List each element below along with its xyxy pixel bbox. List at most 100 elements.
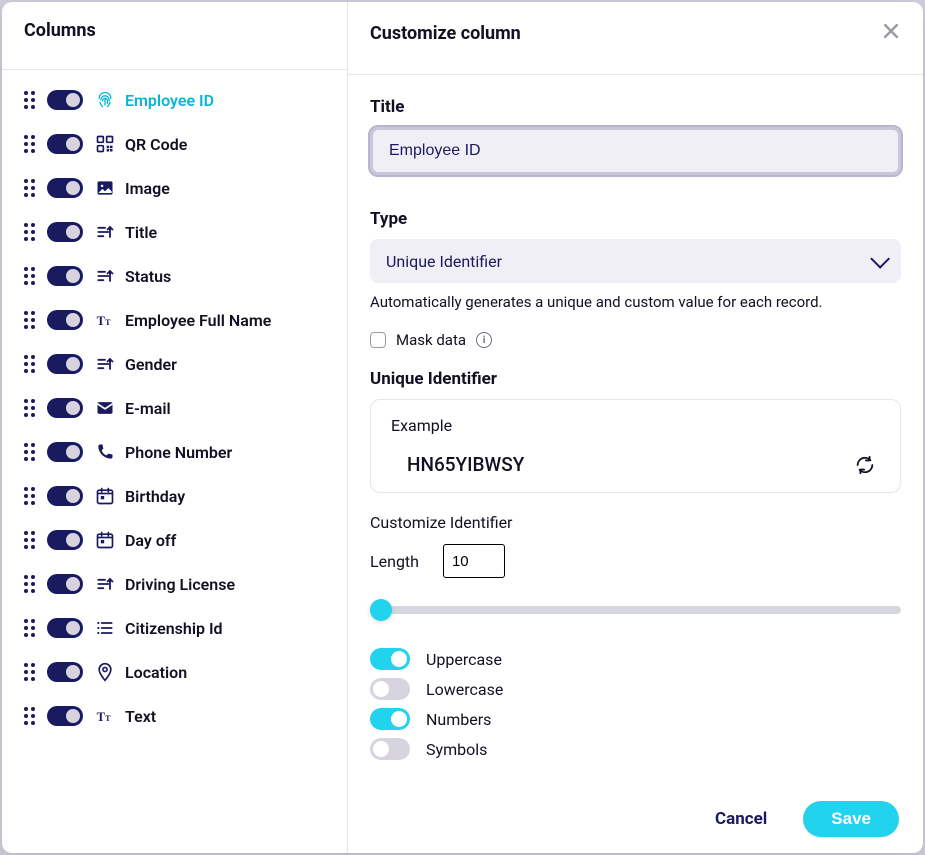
column-item[interactable]: Citizenship Id (2, 606, 347, 650)
text-icon: TT (95, 310, 115, 330)
drag-handle-icon[interactable] (24, 179, 35, 197)
column-item[interactable]: TTText (2, 694, 347, 738)
option-toggle[interactable] (370, 738, 410, 760)
column-item[interactable]: Gender (2, 342, 347, 386)
column-item[interactable]: E-mail (2, 386, 347, 430)
type-select[interactable]: Unique Identifier (370, 239, 901, 283)
drag-handle-icon[interactable] (24, 135, 35, 153)
mask-data-checkbox[interactable] (370, 332, 386, 348)
column-label: Location (125, 663, 187, 682)
column-item[interactable]: Employee ID (2, 78, 347, 122)
column-toggle[interactable] (47, 134, 83, 154)
drag-handle-icon[interactable] (24, 311, 35, 329)
image-icon (95, 178, 115, 198)
column-toggle[interactable] (47, 222, 83, 242)
column-label-wrap: Phone Number (95, 442, 232, 462)
mask-data-row: Mask data i (370, 331, 901, 349)
panel-footer: Cancel Save (348, 793, 923, 853)
column-label-wrap: Gender (95, 354, 177, 374)
svg-text:T: T (105, 318, 111, 327)
fingerprint-icon (95, 90, 115, 110)
column-toggle[interactable] (47, 618, 83, 638)
column-item[interactable]: Driving License (2, 562, 347, 606)
option-toggle[interactable] (370, 648, 410, 670)
column-toggle[interactable] (47, 530, 83, 550)
length-slider[interactable] (370, 606, 901, 626)
type-description: Automatically generates a unique and cus… (370, 293, 901, 311)
column-label-wrap: TTText (95, 706, 156, 726)
column-label: Gender (125, 355, 177, 374)
calendar-icon (95, 486, 115, 506)
info-icon[interactable]: i (476, 332, 492, 348)
column-toggle[interactable] (47, 442, 83, 462)
column-toggle[interactable] (47, 90, 83, 110)
column-label-wrap: Location (95, 662, 187, 682)
column-item[interactable]: Image (2, 166, 347, 210)
column-item[interactable]: Birthday (2, 474, 347, 518)
drag-handle-icon[interactable] (24, 267, 35, 285)
column-label: Employee Full Name (125, 311, 271, 330)
list-icon (95, 618, 115, 638)
sort-icon (95, 574, 115, 594)
column-toggle[interactable] (47, 178, 83, 198)
column-label: Status (125, 267, 171, 286)
column-toggle[interactable] (47, 310, 83, 330)
drag-handle-icon[interactable] (24, 487, 35, 505)
drag-handle-icon[interactable] (24, 575, 35, 593)
drag-handle-icon[interactable] (24, 399, 35, 417)
option-toggle[interactable] (370, 708, 410, 730)
phone-icon (95, 442, 115, 462)
column-toggle[interactable] (47, 354, 83, 374)
column-toggle[interactable] (47, 706, 83, 726)
close-icon (881, 21, 901, 41)
column-item[interactable]: Title (2, 210, 347, 254)
column-toggle[interactable] (47, 398, 83, 418)
slider-thumb[interactable] (370, 599, 392, 621)
length-input[interactable] (443, 544, 505, 578)
column-label-wrap: Status (95, 266, 171, 286)
drag-handle-icon[interactable] (24, 355, 35, 373)
customize-column-modal: Columns Employee ID QR Code Image Title Stat… (2, 2, 923, 853)
panel-title: Customize column (370, 23, 521, 44)
column-item[interactable]: Status (2, 254, 347, 298)
column-toggle[interactable] (47, 486, 83, 506)
column-label: Driving License (125, 575, 235, 594)
column-label: Birthday (125, 487, 185, 506)
refresh-button[interactable] (854, 454, 876, 476)
column-label-wrap: Employee ID (95, 90, 214, 110)
drag-handle-icon[interactable] (24, 663, 35, 681)
chevron-down-icon (870, 249, 890, 269)
drag-handle-icon[interactable] (24, 619, 35, 637)
drag-handle-icon[interactable] (24, 707, 35, 725)
drag-handle-icon[interactable] (24, 443, 35, 461)
column-item[interactable]: TT Employee Full Name (2, 298, 347, 342)
column-item[interactable]: QR Code (2, 122, 347, 166)
option-label: Lowercase (426, 680, 503, 699)
column-toggle[interactable] (47, 662, 83, 682)
column-label: E-mail (125, 399, 171, 418)
save-button[interactable]: Save (803, 801, 899, 837)
drag-handle-icon[interactable] (24, 91, 35, 109)
example-box: Example HN65YIBWSY (370, 399, 901, 493)
column-item[interactable]: Phone Number (2, 430, 347, 474)
column-label: Employee ID (125, 91, 214, 110)
column-toggle[interactable] (47, 266, 83, 286)
column-item[interactable]: Day off (2, 518, 347, 562)
qr-code-icon (95, 134, 115, 154)
columns-heading: Columns (2, 2, 347, 70)
cancel-button[interactable]: Cancel (715, 809, 767, 829)
text-icon: TT (95, 706, 115, 726)
drag-handle-icon[interactable] (24, 223, 35, 241)
column-item[interactable]: Location (2, 650, 347, 694)
column-label: Phone Number (125, 443, 232, 462)
drag-handle-icon[interactable] (24, 531, 35, 549)
example-label: Example (391, 416, 880, 435)
column-label: Image (125, 179, 170, 198)
column-toggle[interactable] (47, 574, 83, 594)
columns-sidebar: Columns Employee ID QR Code Image Title Stat… (2, 2, 348, 853)
column-label-wrap: Title (95, 222, 157, 242)
title-input[interactable] (370, 127, 901, 175)
option-toggle[interactable] (370, 678, 410, 700)
close-button[interactable] (881, 20, 901, 46)
customize-label: Customize Identifier (370, 513, 901, 532)
